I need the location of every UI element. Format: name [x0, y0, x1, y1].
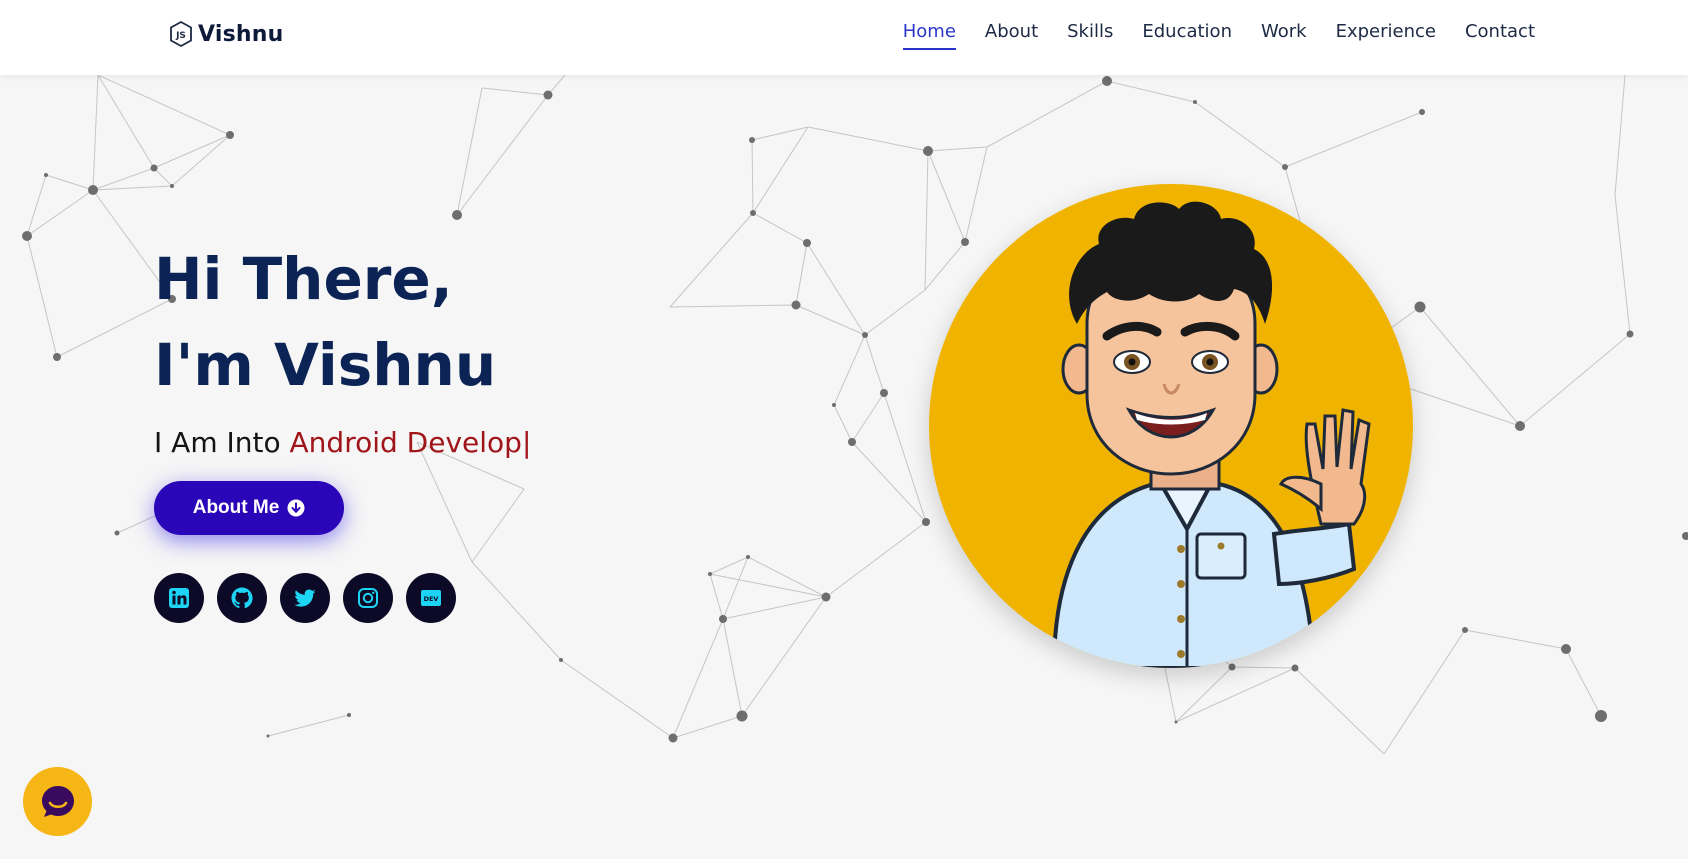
tagline-prefix: I Am Into [154, 426, 281, 459]
twitter-link[interactable] [280, 573, 330, 623]
brand-logo[interactable]: JS Vishnu [168, 20, 283, 48]
instagram-link[interactable] [343, 573, 393, 623]
hero-section: Hi There, I'm Vishnu I Am Into Android D… [154, 236, 531, 459]
nodejs-hexagon-icon: JS [170, 20, 192, 48]
nav-skills[interactable]: Skills [1067, 22, 1113, 50]
about-me-button[interactable]: About Me [154, 481, 344, 535]
waving-cartoon-avatar [1051, 201, 1371, 668]
svg-text:JS: JS [175, 31, 186, 41]
github-link[interactable] [217, 573, 267, 623]
about-me-label: About Me [192, 497, 280, 518]
hero-greeting: Hi There, [154, 245, 453, 313]
chat-widget-button[interactable] [23, 767, 92, 836]
twitter-icon [294, 589, 316, 607]
chat-bubble-icon [41, 785, 74, 817]
social-links: DEV [154, 573, 456, 623]
site-header: JS Vishnu Home About Skills Education Wo… [0, 0, 1688, 75]
dev-link[interactable]: DEV [406, 573, 456, 623]
nav-work[interactable]: Work [1261, 22, 1307, 50]
typing-cursor: | [521, 426, 532, 459]
github-icon [231, 587, 253, 609]
nav-education[interactable]: Education [1142, 22, 1232, 50]
page: JS Vishnu Home About Skills Education Wo… [0, 0, 1688, 859]
particle-network-background [22, 75, 1688, 755]
profile-avatar [929, 184, 1413, 668]
arrow-circle-down-icon [287, 499, 305, 517]
linkedin-link[interactable] [154, 573, 204, 623]
typed-text: Android Develop [289, 426, 522, 459]
nav-experience[interactable]: Experience [1336, 22, 1436, 50]
dev-icon: DEV [421, 590, 441, 606]
nav-home[interactable]: Home [902, 22, 956, 50]
linkedin-icon [169, 588, 189, 608]
main-nav: Home About Skills Education Work Experie… [902, 22, 1535, 50]
nav-about[interactable]: About [985, 22, 1038, 50]
svg-text:DEV: DEV [424, 595, 439, 603]
hero-tagline: I Am Into Android Develop| [154, 426, 531, 459]
instagram-icon [358, 588, 378, 608]
hero-intro: I'm Vishnu [154, 331, 497, 399]
brand-name: Vishnu [198, 21, 284, 47]
nav-contact[interactable]: Contact [1465, 22, 1535, 50]
